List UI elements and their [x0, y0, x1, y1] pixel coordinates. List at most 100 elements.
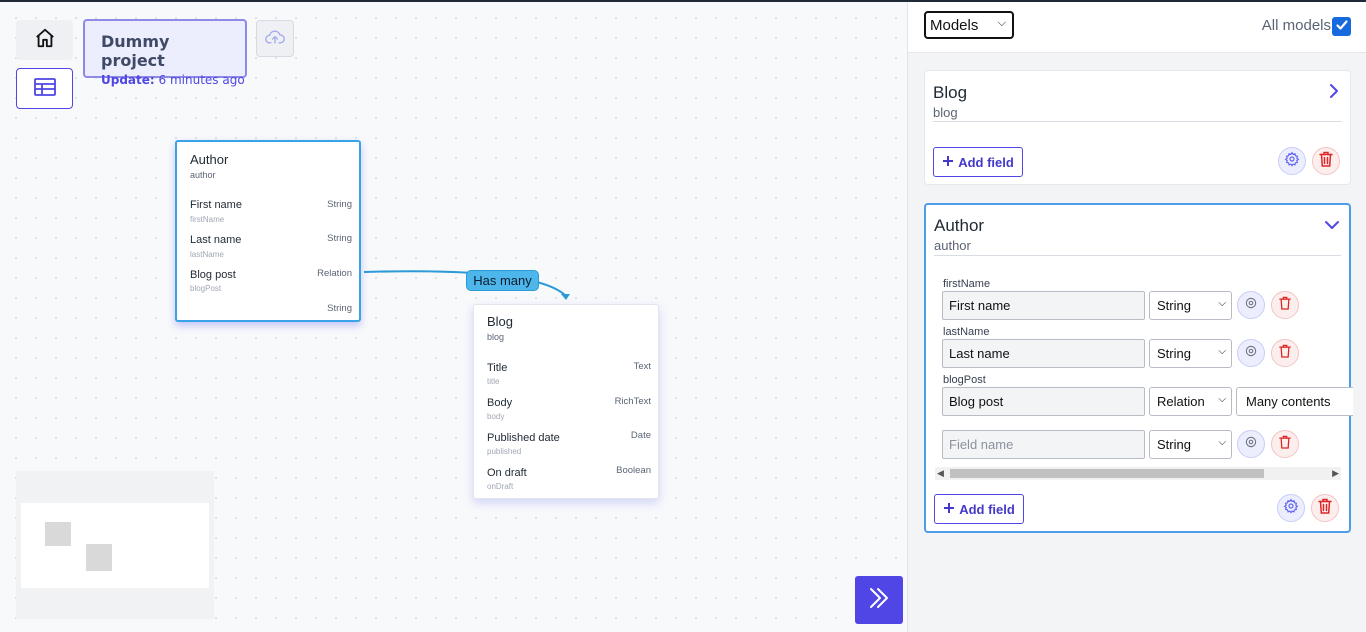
- field-type-value: String: [1157, 298, 1191, 313]
- trash-icon: [1279, 435, 1291, 454]
- minimap-viewport[interactable]: [21, 503, 209, 588]
- new-field-name-input[interactable]: Field name: [942, 430, 1145, 459]
- plus-icon: [943, 502, 955, 517]
- trash-icon: [1318, 498, 1332, 519]
- node-title: Author: [190, 152, 229, 167]
- node-field-name: Title: [487, 362, 508, 374]
- models-panel: Models ⌵ All models Blog blog Add field …: [907, 2, 1366, 632]
- node-subtitle: blog: [487, 332, 505, 342]
- model-settings-button[interactable]: [1277, 494, 1305, 522]
- field-key-label: lastName: [943, 326, 990, 338]
- panel-header: Models ⌵ All models: [908, 2, 1366, 53]
- schema-canvas[interactable]: Dummy project Update: 6 minutes ago Auth…: [0, 2, 907, 632]
- field-name-input[interactable]: Blog post: [942, 387, 1145, 416]
- field-type-select[interactable]: String ⌵: [1149, 339, 1232, 368]
- node-field-type: Boolean: [616, 465, 651, 476]
- add-field-button[interactable]: Add field: [933, 147, 1023, 177]
- node-field-type: Date: [630, 430, 651, 441]
- node-subtitle: author: [190, 170, 216, 180]
- scroll-right-icon[interactable]: ▶: [1332, 468, 1339, 479]
- add-field-label: Add field: [959, 501, 1015, 517]
- node-field-name: Blog post: [190, 269, 236, 281]
- node-field-key: lastName: [190, 250, 224, 259]
- add-field-button[interactable]: Add field: [934, 494, 1024, 524]
- node-field-type: Relation: [317, 268, 352, 279]
- field-type-value: String: [1157, 346, 1191, 361]
- relation-type-select[interactable]: Many contents: [1236, 387, 1353, 416]
- node-field-type: Text: [633, 361, 651, 372]
- all-models-label: All models: [1261, 17, 1331, 34]
- node-field-key: onDraft: [487, 482, 514, 491]
- blog-node[interactable]: Blog blog Title title Text Body body Ric…: [473, 304, 659, 499]
- delete-model-button[interactable]: [1312, 147, 1340, 175]
- model-subtitle: author: [934, 238, 971, 253]
- field-settings-button[interactable]: [1237, 291, 1265, 319]
- node-field-name: Last name: [190, 234, 242, 246]
- field-name-input[interactable]: Last name: [942, 339, 1145, 368]
- node-field-key: title: [487, 377, 500, 386]
- gear-icon: [1283, 498, 1299, 519]
- field-settings-button[interactable]: [1237, 430, 1265, 458]
- node-title: Blog: [487, 314, 514, 329]
- delete-field-button[interactable]: [1271, 291, 1299, 319]
- author-node[interactable]: Author author First name firstName Strin…: [175, 140, 361, 322]
- chevron-down-icon: ⌵: [1218, 298, 1226, 309]
- field-key-label: firstName: [943, 278, 991, 290]
- node-field-type: String: [327, 303, 352, 314]
- field-type-value: String: [1157, 437, 1191, 452]
- gear-icon: [1244, 344, 1258, 363]
- delete-model-button[interactable]: [1311, 494, 1339, 522]
- node-field-key: published: [487, 447, 522, 456]
- minimap[interactable]: [16, 471, 214, 619]
- add-field-label: Add field: [958, 154, 1014, 170]
- all-models-checkbox[interactable]: [1332, 17, 1351, 36]
- delete-field-button[interactable]: [1271, 430, 1299, 458]
- chevron-down-icon[interactable]: [1324, 218, 1340, 236]
- relation-label[interactable]: Has many: [466, 270, 539, 291]
- plus-icon: [942, 155, 954, 170]
- field-type-value: Relation: [1157, 394, 1205, 409]
- field-name-input[interactable]: First name: [942, 291, 1145, 320]
- model-settings-button[interactable]: [1278, 147, 1306, 175]
- new-field-type-select[interactable]: String ⌵: [1149, 430, 1232, 459]
- chevron-right-icon[interactable]: [1328, 83, 1340, 104]
- double-chevron-right-icon: [866, 585, 892, 615]
- field-type-select[interactable]: Relation ⌵: [1149, 387, 1232, 416]
- node-field-type: String: [327, 199, 352, 210]
- gear-icon: [1244, 296, 1258, 315]
- trash-icon: [1319, 151, 1333, 172]
- view-select-value: Models: [930, 16, 979, 34]
- field-settings-button[interactable]: [1237, 339, 1265, 367]
- node-field-type: RichText: [614, 396, 651, 407]
- check-icon: [1335, 17, 1349, 36]
- scroll-left-icon[interactable]: ◀: [937, 468, 944, 479]
- toggle-panel-button[interactable]: [855, 576, 903, 624]
- node-field-name: On draft: [487, 467, 527, 479]
- model-subtitle: blog: [933, 105, 958, 120]
- card-divider: [934, 255, 1341, 256]
- chevron-down-icon: ⌵: [997, 17, 1006, 29]
- field-type-select[interactable]: String ⌵: [1149, 291, 1232, 320]
- view-select[interactable]: Models ⌵: [924, 11, 1014, 39]
- node-field-key: blogPost: [190, 284, 222, 293]
- chevron-down-icon: ⌵: [1218, 346, 1226, 357]
- card-divider: [933, 121, 1342, 122]
- model-card-blog: Blog blog Add field: [924, 70, 1351, 185]
- node-field-key: firstName: [190, 215, 225, 224]
- scrollbar-thumb[interactable]: [950, 469, 1264, 478]
- field-key-label: blogPost: [943, 374, 986, 386]
- trash-icon: [1279, 296, 1291, 315]
- chevron-down-icon: ⌵: [1218, 394, 1226, 405]
- node-field-type: String: [327, 233, 352, 244]
- model-card-author: Author author firstName First name Strin…: [924, 203, 1353, 533]
- chevron-down-icon: ⌵: [1218, 437, 1226, 448]
- node-field-name: First name: [190, 199, 242, 211]
- model-title: Blog: [933, 83, 968, 102]
- trash-icon: [1279, 344, 1291, 363]
- gear-icon: [1284, 151, 1300, 172]
- gear-icon: [1244, 435, 1258, 454]
- model-title: Author: [934, 216, 985, 235]
- delete-field-button[interactable]: [1271, 339, 1299, 367]
- node-field-name: Body: [487, 397, 513, 409]
- horizontal-scrollbar[interactable]: ◀ ▶: [935, 467, 1341, 480]
